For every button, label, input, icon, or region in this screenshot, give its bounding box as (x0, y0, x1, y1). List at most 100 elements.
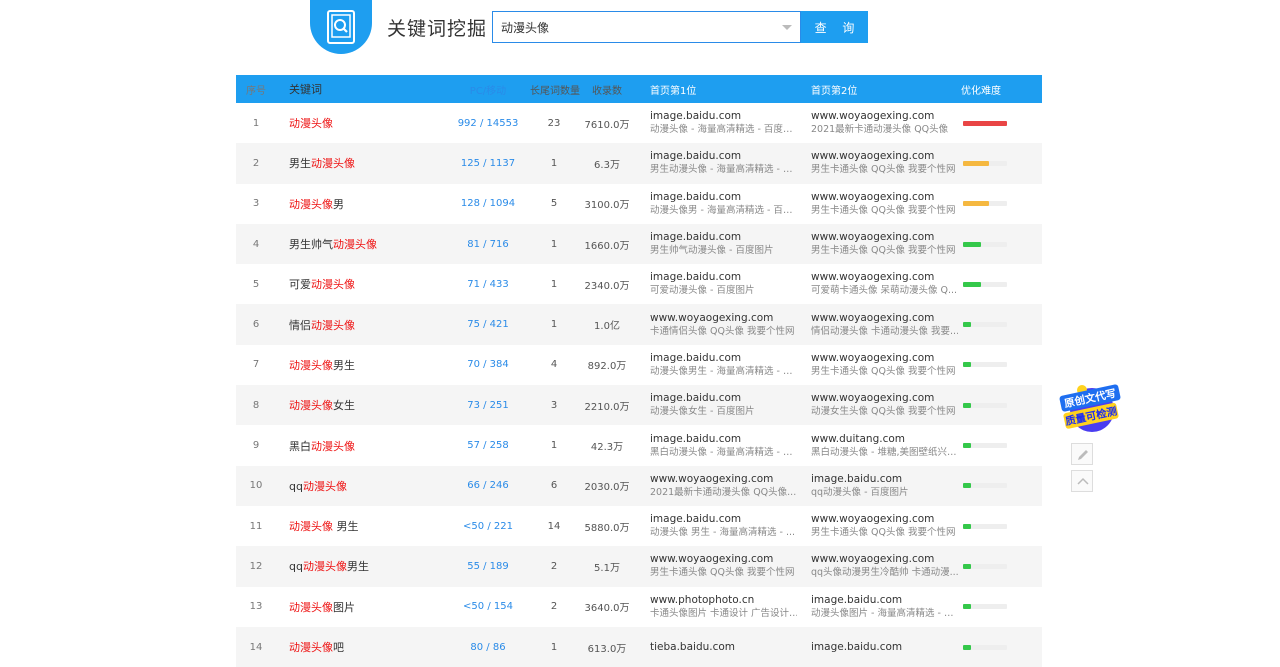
rank2-cell[interactable]: www.woyaogexing.com 男生卡通头像 QQ头像 我要个性网 (797, 224, 958, 264)
rank2-cell[interactable]: image.baidu.com (797, 627, 958, 667)
difficulty-cell (958, 224, 1042, 264)
rank1-domain[interactable]: www.woyaogexing.com (650, 472, 797, 486)
search-input[interactable] (493, 12, 773, 42)
rank1-cell[interactable]: www.woyaogexing.com 2021最新卡通动漫头像 QQ头像... (636, 466, 797, 506)
rank1-title: 卡通头像图片 卡通设计 广告设计-... (650, 607, 797, 619)
rank2-domain[interactable]: www.woyaogexing.com (811, 552, 958, 566)
rank1-cell[interactable]: image.baidu.com 黑白动漫头像 - 海量高清精选 - 百... (636, 425, 797, 465)
rank1-domain[interactable]: image.baidu.com (650, 149, 797, 163)
dropdown-arrow-icon[interactable] (782, 25, 792, 30)
rank2-domain[interactable]: www.woyaogexing.com (811, 149, 958, 163)
rank1-domain[interactable]: image.baidu.com (650, 230, 797, 244)
rank2-cell[interactable]: www.duitang.com 黑白动漫头像 - 堆糖,美图壁纸兴趣... (797, 425, 958, 465)
keyword-link[interactable]: 可爱动漫头像 (276, 264, 446, 304)
rank2-title: 2021最新卡通动漫头像 QQ头像 (811, 124, 949, 136)
rank2-domain[interactable]: www.woyaogexing.com (811, 270, 958, 284)
rank1-domain[interactable]: image.baidu.com (650, 432, 797, 446)
rank1-cell[interactable]: image.baidu.com 可爱动漫头像 - 百度图片 (636, 264, 797, 304)
rank2-domain[interactable]: www.woyaogexing.com (811, 230, 958, 244)
rank2-cell[interactable]: www.woyaogexing.com 男生卡通头像 QQ头像 我要个性网 (797, 184, 958, 224)
rank1-cell[interactable]: image.baidu.com 动漫头像男 - 海量高清精选 - 百度... (636, 184, 797, 224)
rank1-cell[interactable]: image.baidu.com 动漫头像 男生 - 海量高清精选 - ... (636, 506, 797, 546)
keyword-link[interactable]: 动漫头像男 (276, 184, 446, 224)
rank2-domain[interactable]: image.baidu.com (811, 472, 958, 486)
pc-mobile-link[interactable]: 75 / 421 (446, 304, 530, 344)
rank1-cell[interactable]: www.woyaogexing.com 男生卡通头像 QQ头像 我要个性网 (636, 546, 797, 586)
keyword-link[interactable]: 动漫头像 (276, 103, 446, 143)
rank1-domain[interactable]: www.woyaogexing.com (650, 552, 797, 566)
indexed-count: 5.1万 (594, 562, 620, 574)
rank2-domain[interactable]: www.woyaogexing.com (811, 109, 958, 123)
rank1-title: 动漫头像男 - 海量高清精选 - 百度... (650, 204, 797, 216)
pc-mobile-link[interactable]: 73 / 251 (446, 385, 530, 425)
rank1-cell[interactable]: image.baidu.com 男生动漫头像 - 海量高清精选 - 百... (636, 143, 797, 183)
col-longtail[interactable]: 长尾词数量 (530, 75, 580, 103)
promo-badge[interactable]: 原创文代写 质量可检测 (1058, 376, 1122, 436)
rank2-cell[interactable]: image.baidu.com qq动漫头像 - 百度图片 (797, 466, 958, 506)
keyword-link[interactable]: 动漫头像吧 (276, 627, 446, 667)
rank1-cell[interactable]: image.baidu.com 动漫头像男生 - 海量高清精选 - 百... (636, 345, 797, 385)
rank2-domain[interactable]: www.woyaogexing.com (811, 351, 958, 365)
pc-mobile-link[interactable]: <50 / 221 (446, 506, 530, 546)
rank2-cell[interactable]: www.woyaogexing.com 2021最新卡通动漫头像 QQ头像 (797, 103, 958, 143)
keyword-link[interactable]: 动漫头像女生 (276, 385, 446, 425)
rank1-domain[interactable]: image.baidu.com (650, 351, 797, 365)
pc-mobile-link[interactable]: 57 / 258 (446, 425, 530, 465)
keyword-link[interactable]: 男生动漫头像 (276, 143, 446, 183)
rank1-cell[interactable]: www.woyaogexing.com 卡通情侣头像 QQ头像 我要个性网 (636, 304, 797, 344)
col-difficulty[interactable]: 优化难度 (958, 75, 1042, 103)
pc-mobile-link[interactable]: 70 / 384 (446, 345, 530, 385)
rank2-domain[interactable]: www.duitang.com (811, 432, 958, 446)
rank1-cell[interactable]: tieba.baidu.com (636, 627, 797, 667)
keyword-link[interactable]: qq动漫头像男生 (276, 546, 446, 586)
pc-mobile-link[interactable]: 55 / 189 (446, 546, 530, 586)
search-button[interactable]: 查 询 (801, 11, 868, 43)
pc-mobile-link[interactable]: 81 / 716 (446, 224, 530, 264)
pc-mobile-link[interactable]: 71 / 433 (446, 264, 530, 304)
rank1-domain[interactable]: image.baidu.com (650, 512, 797, 526)
pc-mobile-link[interactable]: 992 / 14553 (446, 103, 530, 143)
keyword-link[interactable]: 动漫头像图片 (276, 587, 446, 627)
keyword-link[interactable]: 男生帅气动漫头像 (276, 224, 446, 264)
pc-mobile-link[interactable]: 125 / 1137 (446, 143, 530, 183)
col-indexed[interactable]: 收录数 (578, 75, 636, 103)
keyword-highlight: 动漫头像 (289, 358, 333, 372)
rank2-domain[interactable]: www.woyaogexing.com (811, 391, 958, 405)
pc-mobile-link[interactable]: 128 / 1094 (446, 184, 530, 224)
rank2-cell[interactable]: www.woyaogexing.com 男生卡通头像 QQ头像 我要个性网 (797, 143, 958, 183)
rank2-cell[interactable]: www.woyaogexing.com 情侣动漫头像 卡通动漫头像 我要... (797, 304, 958, 344)
back-to-top-button[interactable] (1071, 470, 1093, 492)
rank1-domain[interactable]: image.baidu.com (650, 391, 797, 405)
rank1-cell[interactable]: image.baidu.com 男生帅气动漫头像 - 百度图片 (636, 224, 797, 264)
rank1-cell[interactable]: www.photophoto.cn 卡通头像图片 卡通设计 广告设计-... (636, 587, 797, 627)
rank1-domain[interactable]: image.baidu.com (650, 270, 797, 284)
rank1-domain[interactable]: www.photophoto.cn (650, 593, 797, 607)
search-box[interactable] (492, 11, 801, 43)
keyword-link[interactable]: qq动漫头像 (276, 466, 446, 506)
rank2-domain[interactable]: www.woyaogexing.com (811, 311, 958, 325)
rank1-cell[interactable]: image.baidu.com 动漫头像女生 - 百度图片 (636, 385, 797, 425)
rank1-domain[interactable]: www.woyaogexing.com (650, 311, 797, 325)
keyword-link[interactable]: 黑白动漫头像 (276, 425, 446, 465)
pc-mobile-link[interactable]: <50 / 154 (446, 587, 530, 627)
rank1-domain[interactable]: image.baidu.com (650, 190, 797, 204)
rank2-cell[interactable]: www.woyaogexing.com 男生卡通头像 QQ头像 我要个性网 (797, 345, 958, 385)
rank2-cell[interactable]: www.woyaogexing.com 动漫女生头像 QQ头像 我要个性网 (797, 385, 958, 425)
keyword-link[interactable]: 动漫头像男生 (276, 345, 446, 385)
rank2-cell[interactable]: www.woyaogexing.com 可爱萌卡通头像 呆萌动漫头像 Q... (797, 264, 958, 304)
col-pc-mobile[interactable]: PC/移动 (446, 75, 530, 103)
keyword-highlight: 动漫头像 (333, 238, 377, 252)
rank2-domain[interactable]: image.baidu.com (811, 593, 958, 607)
pc-mobile-link[interactable]: 66 / 246 (446, 466, 530, 506)
rank2-domain[interactable]: www.woyaogexing.com (811, 512, 958, 526)
keyword-link[interactable]: 动漫头像 男生 (276, 506, 446, 546)
pc-mobile-link[interactable]: 80 / 86 (446, 627, 530, 667)
rank2-cell[interactable]: www.woyaogexing.com 男生卡通头像 QQ头像 我要个性网 (797, 506, 958, 546)
keyword-link[interactable]: 情侣动漫头像 (276, 304, 446, 344)
rank1-domain[interactable]: image.baidu.com (650, 109, 797, 123)
rank2-cell[interactable]: www.woyaogexing.com qq头像动漫男生冷酷帅 卡通动漫... (797, 546, 958, 586)
rank2-domain[interactable]: www.woyaogexing.com (811, 190, 958, 204)
edit-button[interactable] (1071, 443, 1093, 465)
rank1-cell[interactable]: image.baidu.com 动漫头像 - 海量高清精选 - 百度图片 (636, 103, 797, 143)
rank2-cell[interactable]: image.baidu.com 动漫头像图片 - 海量高清精选 - 百... (797, 587, 958, 627)
